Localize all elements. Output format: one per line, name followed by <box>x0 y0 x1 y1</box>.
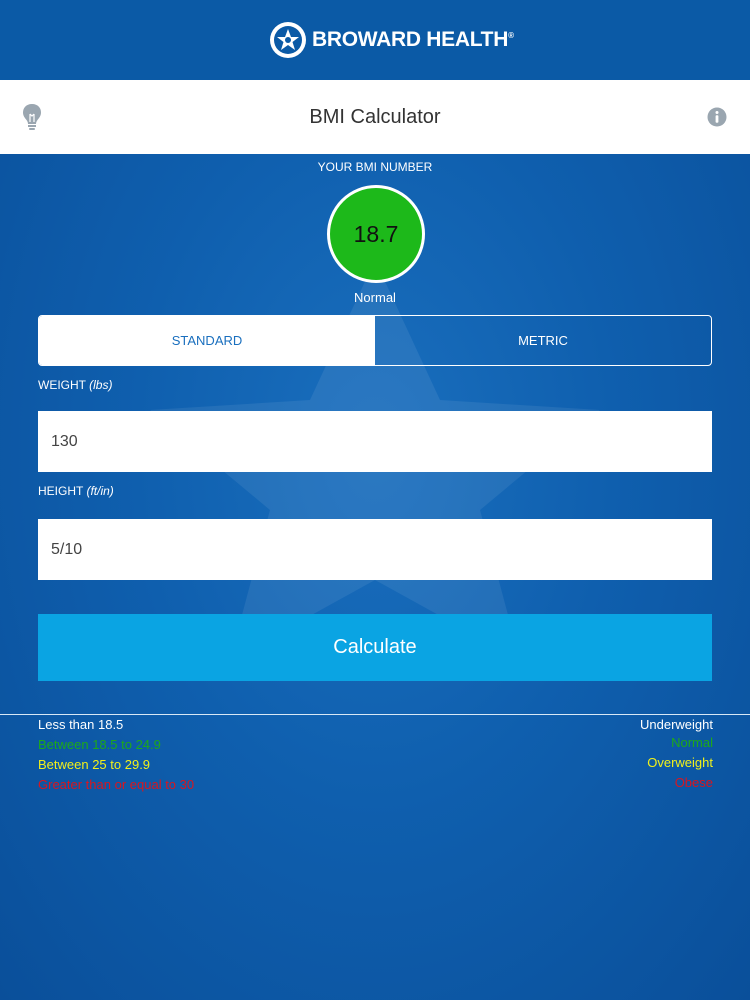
height-label: HEIGHT (ft/in) <box>38 484 114 498</box>
tab-standard[interactable]: STANDARD <box>39 316 375 365</box>
app-header: BMI Calculator <box>0 80 750 154</box>
height-input[interactable] <box>38 519 712 580</box>
legend-category: Normal <box>671 735 713 750</box>
bmi-status: Normal <box>354 290 396 305</box>
weight-input[interactable] <box>38 411 712 472</box>
unit-segmented-control: STANDARD METRIC <box>38 315 712 366</box>
bmi-result-label: YOUR BMI NUMBER <box>317 160 433 174</box>
calculate-button[interactable]: Calculate <box>38 614 712 681</box>
divider <box>0 714 750 715</box>
legend-row-overweight: Between 25 to 29.9 Overweight <box>38 755 713 777</box>
brand-bar: BROWARD HEALTH® <box>0 0 750 80</box>
info-icon[interactable] <box>707 107 727 127</box>
weight-label: WEIGHT (lbs) <box>38 378 113 392</box>
legend-category: Underweight <box>640 717 713 732</box>
legend-row-normal: Between 18.5 to 24.9 Normal <box>38 735 713 757</box>
brand-name: BROWARD HEALTH® <box>312 28 514 51</box>
brand-logo-group: BROWARD HEALTH® <box>270 22 514 58</box>
legend-range: Greater than or equal to 30 <box>38 777 195 792</box>
legend-row-obese: Greater than or equal to 30 Obese <box>38 775 713 797</box>
bmi-value-circle: 18.7 <box>327 185 425 283</box>
legend-category: Obese <box>674 775 713 790</box>
tab-metric[interactable]: METRIC <box>375 316 711 365</box>
bmi-value: 18.7 <box>353 220 399 247</box>
page-title: BMI Calculator <box>309 106 441 128</box>
legend-row-underweight: Less than 18.5 Underweight <box>38 717 713 737</box>
legend-range: Less than 18.5 <box>38 717 124 732</box>
star-logo-icon <box>270 22 306 58</box>
legend-range: Between 25 to 29.9 <box>38 757 151 772</box>
legend-range: Between 18.5 to 24.9 <box>38 737 161 752</box>
legend-category: Overweight <box>647 755 713 770</box>
